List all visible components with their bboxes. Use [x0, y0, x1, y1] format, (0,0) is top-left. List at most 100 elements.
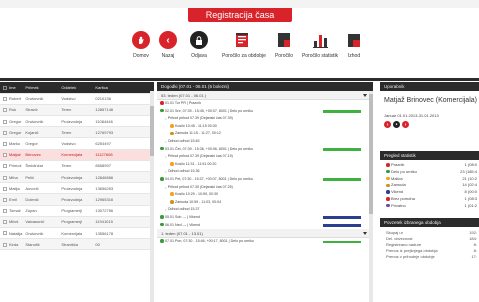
- row-checkbox[interactable]: [3, 242, 7, 247]
- next-period-icon[interactable]: ›: [402, 121, 409, 128]
- window-title: Registracija časa: [188, 8, 292, 22]
- table-row[interactable]: Matjaž Brinovec Komercijala 11127608: [0, 149, 154, 161]
- table-row[interactable]: Kirda Stanofič Stranišča 00: [0, 238, 154, 251]
- event-line[interactable]: Zamuda 11:15 - 11:27, 00:12: [157, 130, 373, 138]
- stat-label: Vikend: [391, 189, 404, 195]
- table-row[interactable]: Rok Stravič Teren 12857146: [0, 104, 154, 117]
- table-row[interactable]: Gregor Grušovnik Proizvodnja 11084446: [0, 115, 154, 128]
- table-row[interactable]: Miha Pelič Proizvodnja 12846666: [0, 171, 154, 184]
- event-line[interactable]: ⌞ Odhod odhod 15:45: [157, 138, 373, 146]
- stat-label: Malica: [391, 175, 403, 181]
- row-checkbox[interactable]: [3, 141, 7, 146]
- column-header-card[interactable]: Kartica: [92, 82, 154, 94]
- cell-card: 12857146: [92, 104, 154, 117]
- row-checkbox[interactable]: [3, 119, 7, 124]
- cell-surname: Grušovnik: [22, 93, 59, 105]
- cell-name: Tomaž: [0, 205, 23, 217]
- period-report-button[interactable]: Poročilo za obdobje: [222, 30, 266, 59]
- event-text: Odhod odhod 15:45: [167, 138, 200, 143]
- event-line[interactable]: 06.01 Ned --- | Vikend: [157, 222, 373, 230]
- flag-icon: [386, 163, 390, 167]
- event-line[interactable]: Zamuda 10:59 - 11:03, 00:04: [157, 199, 373, 207]
- week-header[interactable]: 53. teden (07.01 - 06.01 ): [157, 91, 373, 100]
- report-button[interactable]: Poročilo: [264, 30, 304, 59]
- calendar-icon[interactable]: •: [393, 121, 400, 128]
- event-text: Kosilo 10:45 - 11:15 00:30: [175, 123, 217, 128]
- private-icon: [386, 203, 390, 208]
- table-row[interactable]: Emil Dolenič Proizvodnja 12965316: [0, 193, 154, 206]
- event-line[interactable]: 07.01 Pon, 07:30 - 15:46, +00:17, 8001 |…: [157, 238, 373, 246]
- row-checkbox[interactable]: [3, 108, 7, 113]
- event-line[interactable]: ⌞ Odhod odhod 15.37: [157, 206, 373, 214]
- row-checkbox[interactable]: [3, 209, 7, 214]
- cell-name: Primož: [0, 160, 23, 173]
- employee-scrollbar-thumb[interactable]: [150, 106, 154, 156]
- cell-department: Komercijala: [58, 149, 93, 161]
- table-row[interactable]: Gregor Kojanič Teren 12769793: [0, 126, 154, 139]
- event-line[interactable]: 05.01 Sob --- | Vikend: [157, 214, 373, 222]
- row-checkbox[interactable]: [3, 164, 7, 169]
- cell-card: 13072756: [92, 205, 154, 217]
- stats-header: Pregled statistik: [380, 151, 479, 160]
- cell-surname: Stravič: [22, 104, 59, 117]
- table-row[interactable]: Robert Grušovnik Vodstvo 0210136: [0, 93, 154, 105]
- table-row[interactable]: Tomaž Zupan Programerji 13072756: [0, 205, 154, 217]
- event-bar: [323, 224, 361, 227]
- cell-name: Robert: [0, 93, 23, 105]
- column-header-name[interactable]: Ime: [0, 82, 23, 94]
- event-line[interactable]: Kosilo 10:45 - 11:15 00:30: [157, 123, 373, 131]
- events-panel: Dogodki (07.01 - 06.01 (5 bolezni) 53. t…: [157, 82, 373, 302]
- row-checkbox[interactable]: [3, 153, 7, 158]
- cell-card: 13556178: [92, 227, 154, 240]
- cell-surname: Šmidinžar: [22, 160, 59, 173]
- table-row[interactable]: Marko Gregor Vodstvo 6254497: [0, 137, 154, 150]
- event-line[interactable]: Kosilo 10:29 - 10:59, 00:30: [157, 191, 373, 199]
- events-scrollbar-thumb[interactable]: [369, 94, 373, 214]
- chevron-down-icon: [363, 232, 367, 236]
- event-line[interactable]: ⌞ Odhod odhod 15.36: [157, 168, 373, 176]
- row-checkbox[interactable]: [3, 186, 7, 191]
- event-line[interactable]: ⌞ Prihod prihod 07.39 (Dejanski čas 07.3…: [157, 115, 373, 123]
- column-header-surname[interactable]: Priimek: [22, 82, 59, 94]
- week-header[interactable]: 1. teden (07.01 - 13.01): [157, 229, 373, 239]
- logout-button[interactable]: Odjava: [179, 30, 219, 59]
- event-line[interactable]: ⌞ Prihod prihod 07.39 (Dejanski čas 07.1…: [157, 153, 373, 161]
- event-line[interactable]: Kosilo 11:31 - 11:51 00:20: [157, 161, 373, 169]
- prev-period-icon[interactable]: ‹: [384, 121, 391, 128]
- summary-label: Prenos iz prejšnjega obdobja: [386, 248, 438, 254]
- cell-card: 6254497: [92, 137, 154, 150]
- row-checkbox[interactable]: [3, 97, 7, 102]
- period-label: Januar 01.01.2013-31.01.2013: [384, 113, 439, 118]
- table-row[interactable]: Natalija Grušovnik Komercijala 13556178: [0, 227, 154, 240]
- event-status-icon: [160, 215, 164, 219]
- stat-label: Zamuda: [391, 182, 406, 188]
- cell-name: Rok: [0, 104, 23, 117]
- cell-surname: Dolenič: [22, 193, 59, 206]
- event-line[interactable]: 04.01 Pet, 07:30 - 15:37, +00:07, 8001 |…: [157, 176, 373, 184]
- event-line[interactable]: 02.01 Sre, 07:39 - 15:45, +00:07, 8001 |…: [157, 108, 373, 116]
- cell-department: Proizvodnja: [58, 193, 93, 206]
- x-icon: [386, 197, 390, 201]
- stat-value: 1 (08:0: [464, 162, 477, 167]
- table-row[interactable]: Miloš Valvasonič Programerji 11941015: [0, 216, 154, 228]
- table-row[interactable]: Primož Šmidinžar Teren 8658997: [0, 160, 154, 173]
- cell-department: Teren: [58, 104, 93, 117]
- row-checkbox[interactable]: [3, 220, 7, 225]
- row-checkbox[interactable]: [3, 175, 7, 180]
- exit-button[interactable]: Izhod: [334, 30, 374, 59]
- event-text: Prihod prihod 07.39 (Dejanski čas 07.39): [167, 116, 233, 121]
- column-header-department[interactable]: Oddelek: [58, 82, 93, 94]
- event-text: 03.01 Čet, 07:39 - 15:36, +00:06, 8001 |…: [165, 146, 253, 151]
- cell-name: Emil: [0, 193, 23, 206]
- row-checkbox[interactable]: [3, 231, 7, 236]
- event-line[interactable]: 01.01 Tor PR | Prazník: [157, 100, 373, 108]
- meal-icon: [386, 176, 390, 181]
- row-checkbox[interactable]: [3, 197, 7, 202]
- table-row[interactable]: Matija Auvorič Proizvodnja 13656253: [0, 182, 154, 195]
- event-line[interactable]: 03.01 Čet, 07:39 - 15:36, +00:06, 8001 |…: [157, 146, 373, 154]
- event-line[interactable]: ⌞ Prihod prihod 07.30 (Dejanski čas 07.2…: [157, 184, 373, 192]
- row-checkbox[interactable]: [3, 130, 7, 135]
- stat-row: Vikend 8 (00:0: [380, 189, 479, 196]
- event-status-icon: [170, 192, 174, 196]
- user-name: Matjaž Brinovec (Komercijala): [384, 97, 477, 104]
